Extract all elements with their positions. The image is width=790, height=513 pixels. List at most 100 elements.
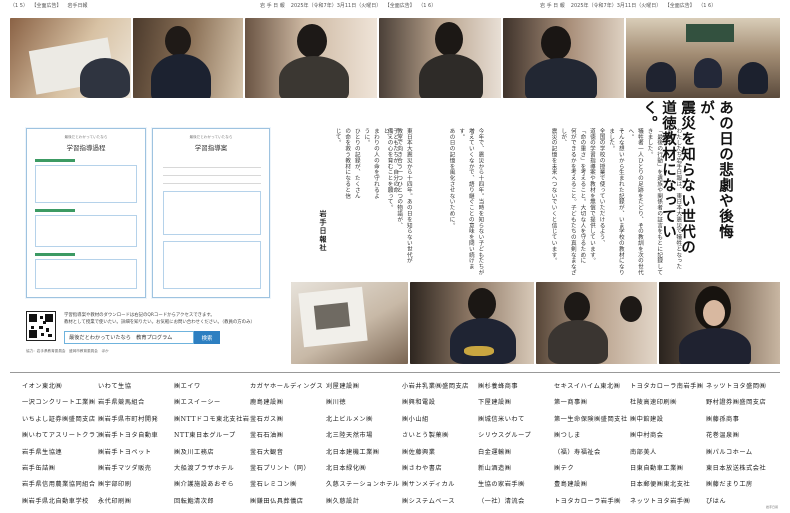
sponsor-name: イオン東北㈱ xyxy=(22,383,63,390)
sponsor-name: ネッツトヨタ盛岡㈱ xyxy=(706,383,767,390)
photo-student-girl-hands xyxy=(245,18,377,98)
search-button[interactable]: 検索 xyxy=(194,331,220,344)
sponsor-name: 釜石ガス㈱ xyxy=(250,415,284,423)
lesson-process-box xyxy=(35,259,137,289)
sponsor-name: ㈱川徳 xyxy=(326,399,347,407)
body-text-block-2: 今年で、震災から十四年。当時を知らない子どもたちが 増えていくなかで、語り継ぐこ… xyxy=(448,128,484,276)
lesson-process-sheet: 最後だとわかっていたなら 学習指導過程 xyxy=(26,128,146,298)
search-input[interactable] xyxy=(64,331,194,344)
sponsor-name: 新山酒造㈱ xyxy=(478,464,512,472)
lesson-plan-box xyxy=(163,241,261,289)
sponsor-name: さいとう製菓㈱ xyxy=(402,432,449,440)
sponsor-name: 一沢コンクリート工業㈱ xyxy=(22,399,96,407)
sponsor-name: ㈱岩手トヨタ自動車 xyxy=(98,432,159,440)
sponsor-name: 花巻温泉㈱ xyxy=(706,432,740,440)
sponsor-name: 岩手県競馬組合 xyxy=(98,399,145,407)
sponsor-name: 日本郵便㈱東北支社 xyxy=(630,481,691,489)
sponsor-name: トヨタカローラ南岩手㈱ xyxy=(630,383,704,390)
photo-student-girl-writing xyxy=(379,18,501,98)
sponsor-name: NTT東日本グループ xyxy=(174,432,236,440)
sponsor-name: （福）寿福祉会 xyxy=(554,448,601,456)
sponsor-name: ㈱エイワ xyxy=(174,383,201,390)
sponsor-name: 大船渡プラザホテル xyxy=(174,464,235,472)
sponsor-name: ㈱興和電設 xyxy=(402,399,436,407)
sponsor-name: 北上ビルメン㈱ xyxy=(326,415,373,423)
sponsor-name: ㈱鎌田仏具葬儀店 xyxy=(250,497,304,505)
sponsor-name: 第一商事㈱ xyxy=(554,399,588,407)
lesson-plan-rule xyxy=(163,183,261,184)
sponsor-name: トヨタカローラ岩手㈱ xyxy=(554,497,621,505)
sponsor-name: 北日本建機工業㈱ xyxy=(326,448,380,456)
sponsor-name: ㈱宇部印刷 xyxy=(98,481,132,489)
sponsor-name: 岩手缶詰㈱ xyxy=(22,464,56,472)
sponsor-name: ㈱中村商会 xyxy=(630,432,664,440)
sponsor-name: ㈱いわてアスリートクラブ xyxy=(22,432,98,440)
sponsor-name: ㈱さわや書店 xyxy=(402,464,443,472)
download-intro: 学習指導案や教材のダウンロードは右記のQRコードからアクセスできます。 教材とし… xyxy=(64,313,255,325)
sponsor-name: ㈱城信米いわて xyxy=(478,415,525,423)
page-header-left: （1 5） 【全面広告】 岩手日報 xyxy=(10,3,88,9)
sponsor-name: 釜石石油㈱ xyxy=(250,432,284,440)
sponsor-name: シリウスグループ xyxy=(478,432,532,440)
sponsor-name: ㈱サンメディカル xyxy=(402,481,455,489)
sponsor-name: 下屋建設㈱ xyxy=(478,399,512,407)
sponsor-name: ㈱岩手マツダ販売 xyxy=(98,464,152,472)
sponsor-name: ㈱介護施設あおぞら xyxy=(174,481,235,489)
lesson-process-bar xyxy=(35,253,75,256)
lesson-process-bar xyxy=(35,159,75,162)
sponsor-name: ㈱エスイーシー xyxy=(174,399,221,407)
signature: 岩手日報社 xyxy=(319,210,328,253)
sponsor-name: 野村證券㈱盛岡支店 xyxy=(706,399,767,407)
sponsor-name: 白金運輸㈱ xyxy=(478,448,512,456)
sponsor-name: 北三陸天然市場 xyxy=(326,432,373,440)
sponsor-name: ㈱パルコホーム xyxy=(706,448,753,456)
page-header-center: 岩 手 日 報 2025年（令和7年）3月11日（火曜日） 【全面広告】 （1 6） xyxy=(260,3,437,9)
lesson-process-box xyxy=(35,215,137,247)
sponsor-name: ㈱テク xyxy=(554,464,575,472)
photo-students-discussing xyxy=(536,282,657,364)
sponsor-name: ㈱中館建設 xyxy=(630,415,664,423)
sponsor-name: 回転鮨清次郎 xyxy=(174,497,215,505)
sponsor-name: いわて生協 xyxy=(98,383,132,390)
page-header-right: 岩 手 日 報 2025年（令和7年）3月11日（火曜日） 【全面広告】 （1 6） xyxy=(540,3,717,9)
sponsor-name: ㈱岩手トヨペット xyxy=(98,448,152,456)
sponsor-name: ㈱佐藤興業 xyxy=(402,448,436,456)
sponsor-name: ㈱杉養蜂商事 xyxy=(478,383,519,390)
photo-student-boy-reading xyxy=(133,18,243,98)
footnote: 協力：岩手県教育委員会 盛岡市教育委員会 ほか xyxy=(26,349,109,353)
lesson-process-title: 学習指導過程 xyxy=(66,144,106,152)
sponsor-name: いちよし証券㈱盛岡支店 xyxy=(22,415,96,423)
lesson-process-pretitle: 最後だとわかっていたなら xyxy=(64,135,108,139)
sponsor-name: 永代印刷㈱ xyxy=(98,497,132,505)
lesson-plan-sheet: 最後だとわかっていたなら 学習指導案 xyxy=(152,128,270,298)
photo-student-writing xyxy=(10,18,131,98)
photo-student-girl-profile xyxy=(503,18,624,98)
sponsor-name: ㈱NTTドコモ東北支社岩手支店 xyxy=(174,415,250,423)
sponsor-name: 第一生命保険㈱盛岡支社 xyxy=(554,415,628,423)
lesson-plan-title: 学習指導案 xyxy=(194,144,228,152)
sponsor-name: ㈱システムベース xyxy=(402,497,456,505)
sponsor-name: 釜石レミコン㈱ xyxy=(250,481,297,489)
sponsor-divider xyxy=(10,372,780,373)
sponsor-name: 岩手県生協連 xyxy=(22,448,63,456)
sponsor-name: ㈱藤孫商事 xyxy=(706,415,740,423)
qr-code[interactable] xyxy=(26,311,56,341)
lesson-process-bar xyxy=(35,209,75,212)
sponsor-name: 北日本緑化㈱ xyxy=(326,464,367,472)
sponsor-name: 東日本放送株式会社 xyxy=(706,464,767,472)
sponsor-name: 小岩井乳業㈱盛岡支店 xyxy=(402,383,469,390)
lesson-plan-rule xyxy=(163,175,261,176)
sponsor-name: ㈱小山組 xyxy=(402,415,429,423)
sponsor-list: イオン東北㈱ いわて生協 ㈱エイワ カガヤホールディングス 刈屋建設㈱ 小岩井乳業㈱盛岡支… xyxy=(22,381,782,512)
sponsor-name: ㈱及川工務店 xyxy=(174,448,215,456)
sponsor-name: 久慈ステーションホテル xyxy=(326,481,400,489)
sponsor-mark: 岩手日報 xyxy=(765,505,778,509)
sponsor-name: 日東自動車工業㈱ xyxy=(630,464,684,472)
photo-student-girl-closeup xyxy=(659,282,780,364)
sponsor-name: 岩手県信用農業協同組合 xyxy=(22,481,96,489)
sponsor-name: 鹿島建設㈱ xyxy=(250,399,284,407)
sponsor-name: ぴはん xyxy=(706,497,727,505)
sponsor-name: 釜石プリント（同） xyxy=(250,464,311,472)
sponsor-name: カガヤホールディングス xyxy=(250,383,324,390)
lesson-plan-rule xyxy=(163,167,261,168)
